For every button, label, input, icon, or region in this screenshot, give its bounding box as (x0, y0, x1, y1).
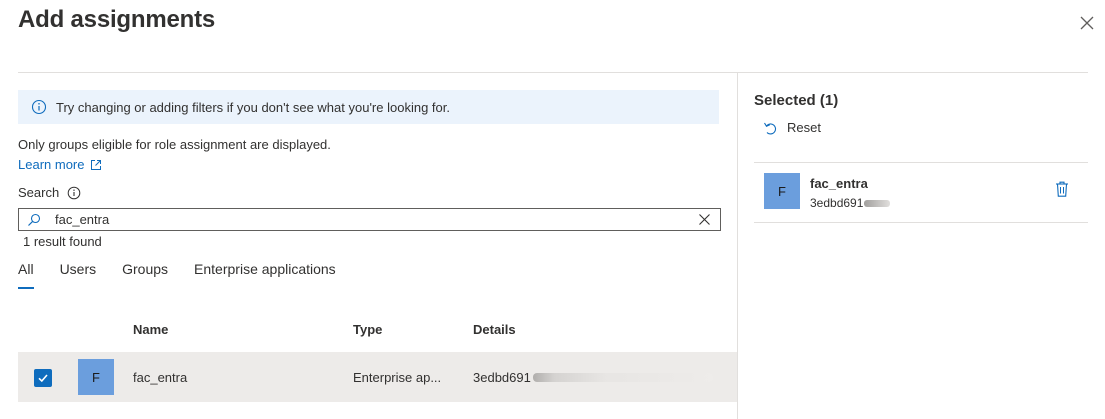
learn-more-link[interactable]: Learn more (18, 157, 102, 172)
trash-icon[interactable] (1054, 180, 1070, 198)
selected-list-divider (754, 222, 1088, 223)
search-icon (28, 213, 41, 226)
header-divider (18, 72, 1088, 73)
dialog-title: Add assignments (18, 6, 216, 33)
row-type: Enterprise ap... (353, 370, 442, 385)
info-icon[interactable] (67, 186, 81, 200)
filter-tabs: All Users Groups Enterprise applications (18, 261, 362, 289)
table-header: Name Type Details (18, 322, 737, 340)
redacted-id (864, 200, 890, 207)
selected-item-id: 3edbd691 (810, 196, 864, 210)
reset-label: Reset (787, 120, 821, 135)
eligibility-note: Only groups eligible for role assignment… (18, 137, 331, 152)
checkmark-icon (38, 374, 48, 383)
redacted-details (533, 373, 713, 382)
avatar: F (78, 359, 114, 395)
selected-title: Selected (1) (754, 92, 839, 109)
selected-item-name: fac_entra (810, 176, 868, 191)
undo-icon (764, 122, 777, 134)
search-label: Search (18, 185, 81, 200)
row-name: fac_entra (133, 370, 188, 385)
tab-groups[interactable]: Groups (122, 261, 168, 289)
search-box (18, 208, 721, 231)
reset-button[interactable]: Reset (763, 120, 821, 135)
selected-item: F fac_entra 3edbd691 (764, 173, 1084, 213)
external-link-icon (91, 159, 102, 170)
panel-divider (737, 73, 738, 419)
column-header-details[interactable]: Details (473, 322, 516, 337)
result-count: 1 result found (23, 234, 102, 249)
row-details: 3edbd691 (473, 370, 531, 385)
search-input[interactable] (55, 212, 675, 227)
info-bar: Try changing or adding filters if you do… (18, 90, 719, 124)
search-label-text: Search (18, 185, 60, 200)
avatar: F (764, 173, 800, 209)
clear-search-icon[interactable] (698, 213, 711, 226)
column-header-name[interactable]: Name (133, 322, 168, 337)
tab-all[interactable]: All (18, 261, 34, 289)
table-row[interactable]: F fac_entra Enterprise ap... 3edbd691 (18, 352, 737, 402)
close-icon[interactable] (1077, 13, 1097, 33)
learn-more-label: Learn more (18, 157, 85, 172)
selected-list-divider (754, 162, 1088, 163)
info-icon (31, 99, 47, 115)
tab-users[interactable]: Users (60, 261, 97, 289)
row-checkbox[interactable] (34, 369, 52, 387)
info-bar-text: Try changing or adding filters if you do… (56, 99, 450, 115)
tab-enterprise-applications[interactable]: Enterprise applications (194, 261, 336, 289)
column-header-type[interactable]: Type (353, 322, 382, 337)
